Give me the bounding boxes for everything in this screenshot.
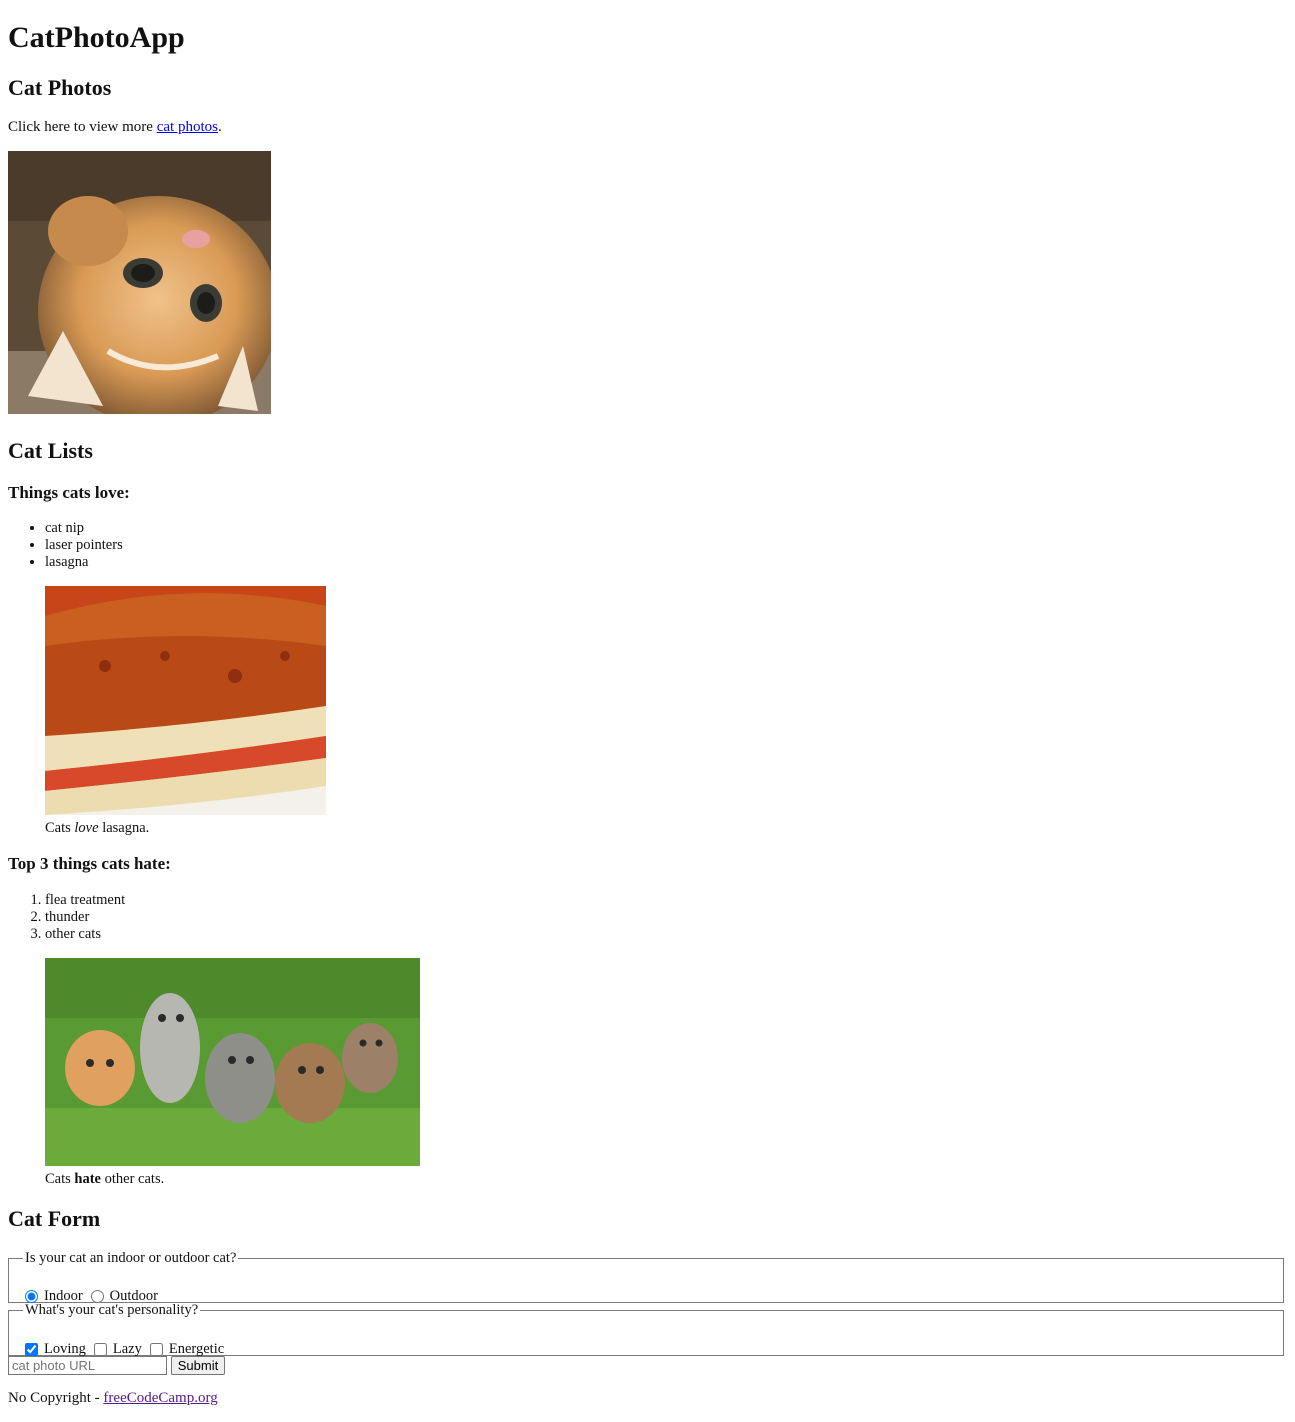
freecodecamp-link[interactable]: freeCodeCamp.org	[103, 1390, 217, 1406]
hate-heading: Top 3 things cats hate:	[8, 854, 171, 873]
lasagna-figure: Cats love lasagna.	[45, 586, 326, 837]
view-more-text: Click here to view more cat photos.	[8, 119, 222, 135]
location-fieldset: Is your cat an indoor or outdoor cat? In…	[8, 1250, 1284, 1304]
cat-form-heading: Cat Form	[8, 1206, 101, 1231]
lazy-checkbox[interactable]	[93, 1343, 107, 1356]
cat-lists-heading: Cat Lists	[8, 438, 93, 463]
hate-list: flea treatment thunder other cats	[8, 892, 125, 943]
kittens-figure: Cats hate other cats.	[45, 958, 420, 1188]
kittens-photo	[45, 958, 420, 1166]
list-item: lasagna	[45, 554, 123, 571]
list-item: other cats	[45, 926, 125, 943]
submit-button[interactable]: Submit	[171, 1356, 225, 1375]
cat-photos-link[interactable]: cat photos	[157, 119, 218, 135]
love-list: cat nip laser pointers lasagna	[8, 520, 123, 571]
cat-photo-url-input[interactable]	[8, 1356, 167, 1375]
personality-fieldset: What's your cat's personality? Loving La…	[8, 1302, 1284, 1357]
kittens-caption: Cats hate other cats.	[45, 1171, 165, 1187]
cat-photo-link[interactable]	[8, 151, 271, 414]
cat-photos-heading: Cat Photos	[8, 75, 112, 100]
love-heading: Things cats love:	[8, 483, 130, 502]
list-item: flea treatment	[45, 892, 125, 909]
footer: No Copyright - freeCodeCamp.org	[8, 1390, 218, 1406]
location-legend: Is your cat an indoor or outdoor cat?	[25, 1250, 237, 1266]
list-item: thunder	[45, 909, 125, 926]
list-item: laser pointers	[45, 537, 123, 554]
lasagna-caption: Cats love lasagna.	[45, 820, 150, 836]
loving-checkbox[interactable]	[25, 1343, 38, 1356]
lasagna-photo	[45, 586, 326, 815]
app-title: CatPhotoApp	[8, 21, 185, 54]
personality-legend: What's your cat's personality?	[25, 1302, 199, 1318]
cat-photo	[8, 151, 271, 414]
list-item: cat nip	[45, 520, 123, 537]
energetic-checkbox[interactable]	[149, 1343, 163, 1356]
